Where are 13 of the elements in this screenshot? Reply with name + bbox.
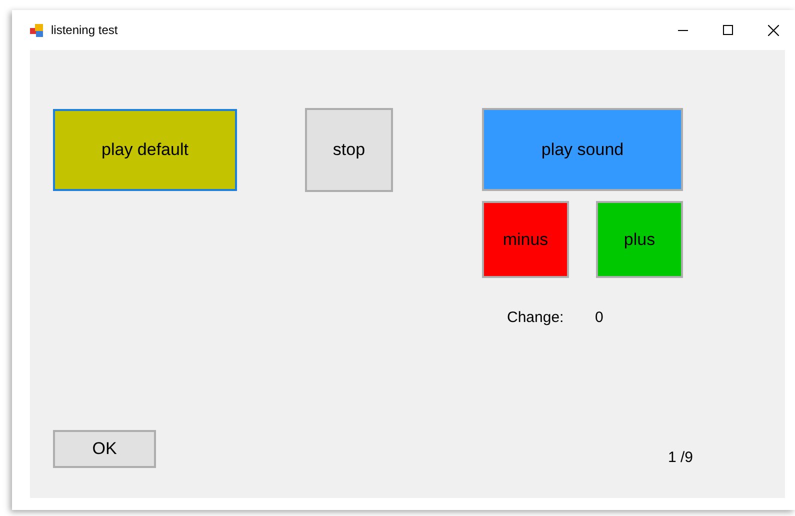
window-title: listening test xyxy=(51,23,118,37)
maximize-icon[interactable] xyxy=(723,25,733,35)
change-label: Change: xyxy=(507,309,564,326)
app-icon xyxy=(30,24,44,36)
play-sound-button[interactable]: play sound xyxy=(482,108,683,191)
stop-button[interactable]: stop xyxy=(305,108,393,192)
minus-button[interactable]: minus xyxy=(482,201,569,278)
ok-button[interactable]: OK xyxy=(53,430,156,468)
close-icon[interactable] xyxy=(768,24,779,36)
change-value: 0 xyxy=(595,309,604,326)
play-default-button[interactable]: play default xyxy=(53,109,237,191)
plus-button[interactable]: plus xyxy=(596,201,683,278)
progress-counter: 1 /9 xyxy=(668,449,694,466)
